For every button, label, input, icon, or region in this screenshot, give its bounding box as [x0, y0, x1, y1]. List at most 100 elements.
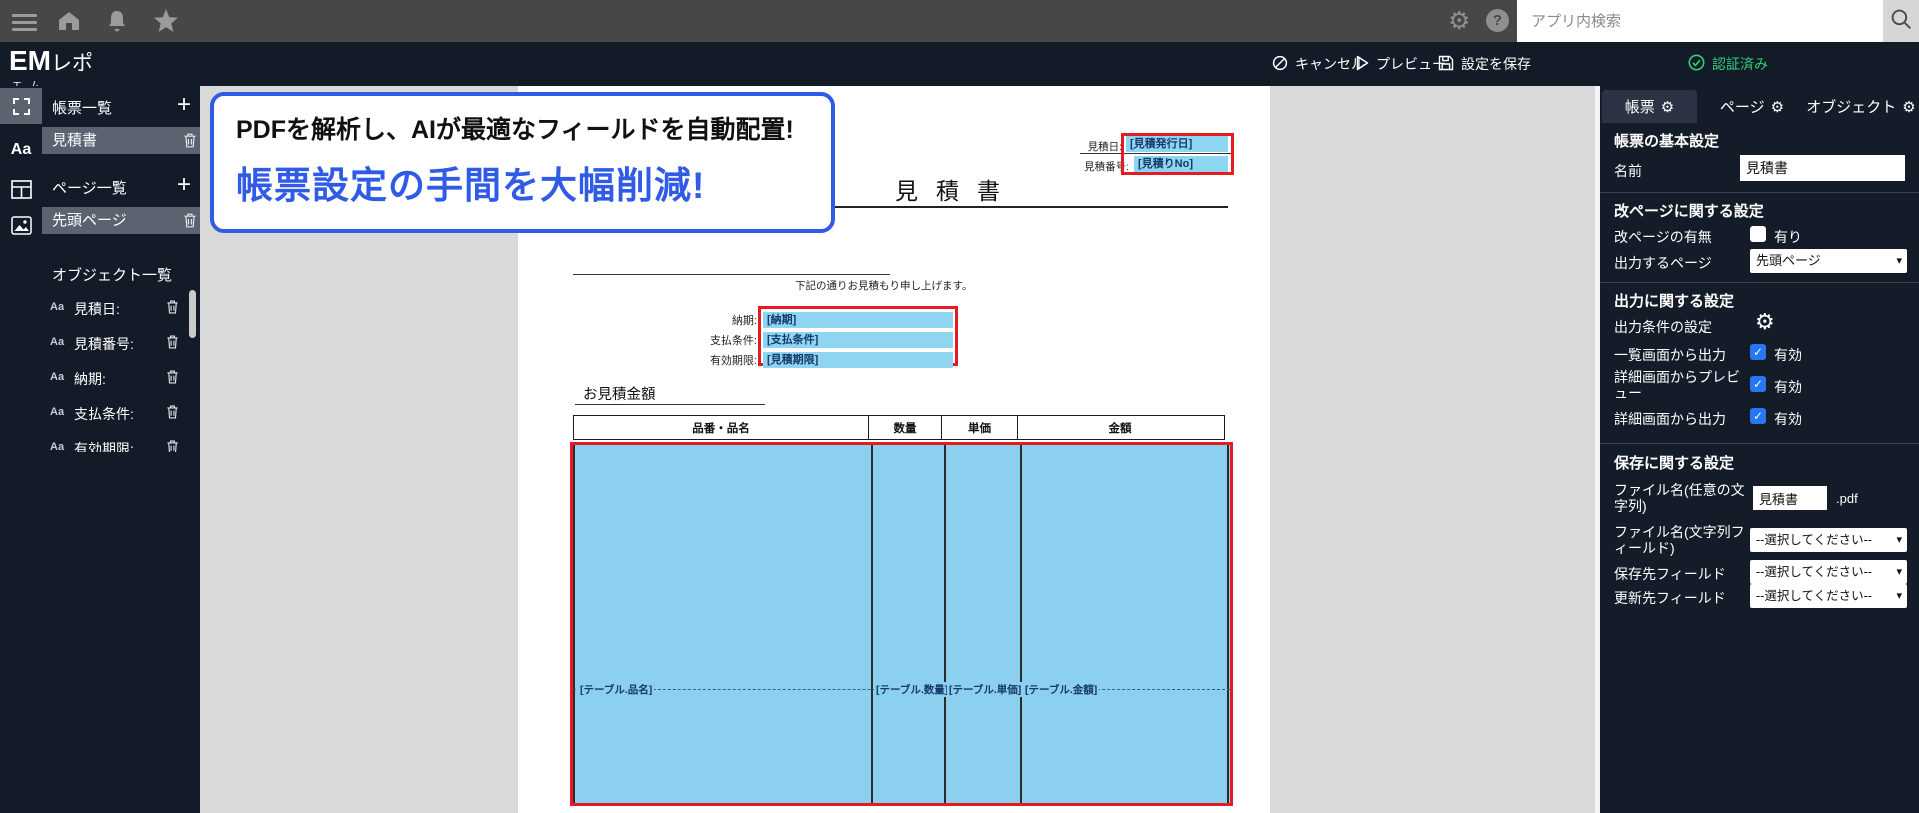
home-icon[interactable]: [56, 9, 82, 38]
list-output-label: 一覧画面から出力: [1614, 347, 1726, 363]
sidebar-object-item[interactable]: Aa 見積日:: [0, 297, 200, 319]
add-report-button[interactable]: +: [172, 93, 196, 118]
table-field-qty[interactable]: [テーブル.数量]: [874, 682, 951, 697]
save-settings-button[interactable]: 設定を保存: [1438, 42, 1531, 86]
design-canvas[interactable]: 見積書 見積日: 見積番号: [見積発行日] [見積りNo] 下記の通りお見積も…: [200, 86, 1600, 813]
basic-settings-header: 帳票の基本設定: [1614, 133, 1720, 150]
detail-output-checkbox-label: 有効: [1774, 411, 1802, 427]
tab-page-label: ページ: [1719, 99, 1765, 116]
text-object-icon: Aa: [50, 301, 65, 313]
promo-line1: PDFを解析し、AIが最適なフィールドを自動配置!: [236, 116, 794, 144]
object-list-clip: [0, 452, 188, 813]
sidebar-item-report[interactable]: 見積書: [42, 127, 200, 154]
chevron-down-icon: ▾: [1896, 534, 1902, 546]
tab-object[interactable]: オブジェクト ⚙: [1805, 90, 1917, 123]
list-output-checkbox[interactable]: ✓: [1750, 344, 1766, 360]
save-field-selected-value: --選択してください--: [1756, 565, 1872, 579]
table-field-name[interactable]: [テーブル.品名]: [578, 682, 655, 697]
promo-line2: 帳票設定の手間を大幅削減!: [236, 165, 706, 206]
sidebar-object-item[interactable]: Aa 支払条件:: [0, 402, 200, 424]
output-condition-label: 出力条件の設定: [1614, 319, 1712, 335]
save-icon: [1438, 55, 1454, 74]
detail-output-checkbox[interactable]: ✓: [1750, 408, 1766, 424]
auth-status-label: 認証済み: [1712, 56, 1768, 72]
chevron-down-icon: ▾: [1896, 566, 1902, 578]
tab-page[interactable]: ページ ⚙: [1699, 90, 1805, 123]
update-field-selected-value: --選択してください--: [1756, 589, 1872, 603]
page-list-header: ページ一覧: [52, 180, 127, 197]
pagebreak-checkbox[interactable]: [1750, 226, 1766, 242]
sidebar-object-item[interactable]: Aa 納期:: [0, 367, 200, 389]
delete-object-trash-icon[interactable]: [166, 300, 182, 316]
page-item-label: 先頭ページ: [52, 212, 127, 229]
delete-page-trash-icon[interactable]: [183, 213, 199, 229]
sidebar-scrollbar[interactable]: [189, 290, 196, 338]
ai-highlight-box-conditions: [納期] [支払条件] [見積期限]: [758, 306, 958, 368]
app-logo: EMレポ エム: [9, 45, 93, 86]
expiry-field[interactable]: [見積期限]: [763, 352, 953, 368]
pagebreak-checkbox-label: 有り: [1774, 229, 1802, 245]
settings-gear-icon[interactable]: ⚙: [1448, 6, 1470, 35]
table-field-price[interactable]: [テーブル.単価]: [947, 682, 1024, 697]
pagebreak-settings-header: 改ページに関する設定: [1614, 203, 1764, 220]
image-icon: [10, 216, 32, 240]
detail-preview-checkbox[interactable]: ✓: [1750, 376, 1766, 392]
object-item-label: 支払条件:: [74, 406, 134, 422]
output-page-select[interactable]: 先頭ページ ▾: [1750, 249, 1907, 273]
tab-report-label: 帳票: [1624, 99, 1655, 116]
delete-object-trash-icon[interactable]: [166, 335, 182, 351]
app-root: ⚙ ? EMレポ エム キャンセル プレビュー: [0, 0, 1919, 813]
cancel-button[interactable]: キャンセル: [1272, 42, 1365, 86]
section-divider: [1600, 443, 1919, 444]
filename-field-selected-value: --選択してください--: [1756, 533, 1872, 547]
tab-report[interactable]: 帳票 ⚙: [1602, 90, 1697, 123]
quote-table-header: 品番・品名 数量 単価 金額: [573, 415, 1225, 440]
table-header-cell: 数量: [869, 416, 942, 439]
text-object-icon: Aa: [50, 406, 65, 418]
payment-label: 支払条件:: [709, 335, 757, 347]
update-field-select[interactable]: --選択してください-- ▾: [1750, 584, 1907, 608]
expiry-label: 有効期限:: [709, 355, 757, 367]
rail-select-tool[interactable]: [0, 88, 42, 124]
report-item-label: 見積書: [52, 132, 98, 149]
rail-table-tool[interactable]: [0, 174, 42, 210]
output-condition-gear-icon[interactable]: ⚙: [1755, 310, 1775, 335]
quote-number-field[interactable]: [見積りNo]: [1134, 156, 1228, 172]
add-page-button[interactable]: +: [172, 173, 196, 198]
filename-label: ファイル名(任意の文字列): [1614, 482, 1745, 514]
report-name-input[interactable]: [1740, 155, 1905, 181]
delete-object-trash-icon[interactable]: [166, 370, 182, 386]
table-header-cell: 単価: [942, 416, 1018, 439]
table-header-cell: 品番・品名: [574, 416, 869, 439]
filename-field-select[interactable]: --選択してください-- ▾: [1750, 528, 1907, 552]
save-field-select[interactable]: --選択してください-- ▾: [1750, 560, 1907, 584]
search-icon: [1890, 8, 1913, 34]
search-input[interactable]: [1517, 0, 1883, 42]
delete-object-trash-icon[interactable]: [166, 405, 182, 421]
preview-button[interactable]: プレビュー: [1356, 42, 1446, 86]
notifications-bell-icon[interactable]: [106, 9, 128, 38]
sidebar-object-item[interactable]: Aa 見積番号:: [0, 332, 200, 354]
rail-text-tool[interactable]: Aa: [0, 132, 42, 168]
text-object-icon: Aa: [50, 371, 65, 383]
table-vline: [1020, 445, 1022, 803]
rail-image-tool[interactable]: [0, 210, 42, 246]
favorites-star-icon[interactable]: [153, 9, 179, 38]
global-topbar: ⚙ ?: [0, 0, 1919, 42]
detail-output-label: 詳細画面から出力: [1614, 411, 1726, 427]
delete-report-trash-icon[interactable]: [183, 133, 199, 149]
filename-input[interactable]: [1753, 486, 1827, 510]
quote-date-field[interactable]: [見積発行日]: [1126, 136, 1228, 152]
tab-page-gear-icon: ⚙: [1770, 97, 1785, 116]
payment-field[interactable]: [支払条件]: [763, 332, 953, 348]
delivery-field[interactable]: [納期]: [763, 312, 953, 328]
object-item-label: 見積日:: [74, 301, 120, 317]
chevron-down-icon: ▾: [1896, 590, 1902, 602]
sidebar-item-page[interactable]: 先頭ページ: [42, 207, 200, 234]
update-field-label: 更新先フィールド: [1614, 590, 1726, 606]
hamburger-menu-icon[interactable]: [12, 10, 37, 35]
ai-highlight-box-table[interactable]: [テーブル.品名] [テーブル.数量] [テーブル.単価] [テーブル.金額]: [570, 442, 1233, 806]
table-field-amount[interactable]: [テーブル.金額]: [1023, 682, 1100, 697]
help-icon[interactable]: ?: [1486, 9, 1509, 32]
search-button[interactable]: [1883, 0, 1919, 42]
